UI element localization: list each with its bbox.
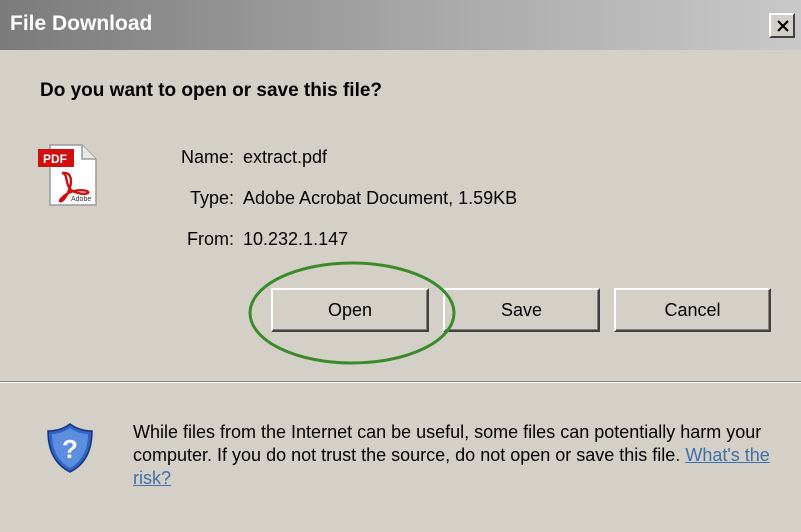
cancel-button-label: Cancel	[664, 299, 721, 320]
svg-text:PDF: PDF	[43, 152, 67, 166]
from-value: 10.232.1.147	[243, 229, 349, 249]
save-button[interactable]: Save	[443, 288, 600, 332]
svg-text:?: ?	[62, 434, 78, 464]
svg-text:Adobe: Adobe	[71, 196, 91, 203]
save-button-label: Save	[500, 299, 543, 320]
from-label: From:	[187, 229, 234, 249]
title-bar[interactable]: File Download	[0, 0, 801, 50]
dialog-divider	[0, 381, 801, 383]
name-value: extract.pdf	[243, 147, 328, 167]
file-download-dialog: File Download Do you want to open or sav…	[0, 0, 801, 532]
name-label: Name:	[180, 147, 234, 167]
window-title: File Download	[10, 12, 153, 35]
type-value: Adobe Acrobat Document, 1.59KB	[243, 188, 518, 208]
open-highlight-ellipse	[248, 261, 456, 365]
security-warning: While files from the Internet can be use…	[133, 421, 783, 490]
warning-text: While files from the Internet can be use…	[133, 422, 762, 465]
type-label: Type:	[189, 188, 234, 208]
shield-question-icon: ?	[46, 422, 94, 479]
pdf-file-icon: PDF Adobe	[38, 143, 106, 212]
dialog-question: Do you want to open or save this file?	[40, 80, 383, 101]
cancel-button[interactable]: Cancel	[614, 288, 771, 332]
close-button[interactable]	[769, 13, 795, 38]
close-icon	[777, 20, 789, 32]
